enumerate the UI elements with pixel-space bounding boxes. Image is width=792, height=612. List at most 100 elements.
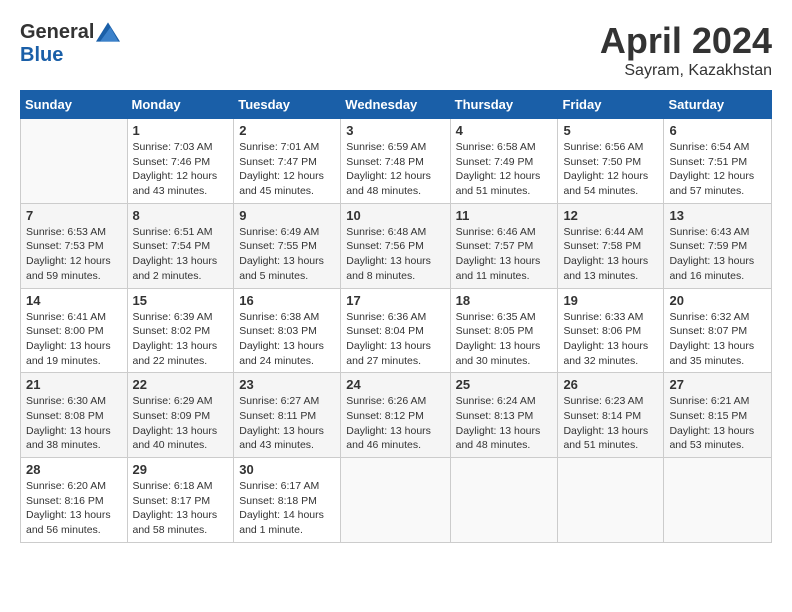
calendar-day-cell: 17 Sunrise: 6:36 AMSunset: 8:04 PMDayligh…	[341, 288, 450, 373]
day-number: 20	[669, 293, 766, 308]
day-number: 12	[563, 208, 658, 223]
day-number: 4	[456, 123, 553, 138]
day-info: Sunrise: 6:54 AMSunset: 7:51 PMDaylight:…	[669, 140, 766, 199]
calendar-table: SundayMondayTuesdayWednesdayThursdayFrid…	[20, 90, 772, 543]
calendar-day-cell: 18 Sunrise: 6:35 AMSunset: 8:05 PMDayligh…	[450, 288, 558, 373]
calendar-day-cell: 12Sunrise: 6:44 AMSunset: 7:58 PMDayligh…	[558, 203, 664, 288]
day-info: Sunrise: 6:46 AMSunset: 7:57 PMDaylight:…	[456, 225, 553, 284]
calendar-day-cell: 1 Sunrise: 7:03 AMSunset: 7:46 PMDaylight…	[127, 119, 234, 204]
calendar-day-cell: 23Sunrise: 6:27 AMSunset: 8:11 PMDayligh…	[234, 373, 341, 458]
calendar-day-cell: 13 Sunrise: 6:43 AMSunset: 7:59 PMDayligh…	[664, 203, 772, 288]
day-info: Sunrise: 6:39 AMSunset: 8:02 PMDaylight:…	[133, 310, 229, 369]
day-number: 10	[346, 208, 444, 223]
calendar-day-cell: 6 Sunrise: 6:54 AMSunset: 7:51 PMDaylight…	[664, 119, 772, 204]
calendar-day-cell: 30 Sunrise: 6:17 AMSunset: 8:18 PMDayligh…	[234, 458, 341, 543]
day-info: Sunrise: 6:58 AMSunset: 7:49 PMDaylight:…	[456, 140, 553, 199]
calendar-day-cell	[558, 458, 664, 543]
calendar-day-cell	[664, 458, 772, 543]
logo: General Blue	[20, 20, 120, 67]
day-number: 29	[133, 462, 229, 477]
day-number: 27	[669, 377, 766, 392]
day-number: 7	[26, 208, 122, 223]
calendar-day-cell: 7Sunrise: 6:53 AMSunset: 7:53 PMDaylight…	[21, 203, 128, 288]
day-info: Sunrise: 6:38 AMSunset: 8:03 PMDaylight:…	[239, 310, 335, 369]
day-info: Sunrise: 6:17 AMSunset: 8:18 PMDaylight:…	[239, 479, 335, 538]
day-info: Sunrise: 6:24 AMSunset: 8:13 PMDaylight:…	[456, 394, 553, 453]
month-title: April 2024	[600, 20, 772, 62]
calendar-day-cell: 28 Sunrise: 6:20 AMSunset: 8:16 PMDayligh…	[21, 458, 128, 543]
calendar-week-row: 1 Sunrise: 7:03 AMSunset: 7:46 PMDaylight…	[21, 119, 772, 204]
calendar-day-cell: 4 Sunrise: 6:58 AMSunset: 7:49 PMDaylight…	[450, 119, 558, 204]
day-number: 9	[239, 208, 335, 223]
calendar-day-cell: 10 Sunrise: 6:48 AMSunset: 7:56 PMDayligh…	[341, 203, 450, 288]
day-info: Sunrise: 6:35 AMSunset: 8:05 PMDaylight:…	[456, 310, 553, 369]
calendar-day-cell: 21 Sunrise: 6:30 AMSunset: 8:08 PMDayligh…	[21, 373, 128, 458]
day-number: 5	[563, 123, 658, 138]
day-info: Sunrise: 6:27 AMSunset: 8:11 PMDaylight:…	[239, 394, 335, 453]
calendar-day-cell: 22 Sunrise: 6:29 AMSunset: 8:09 PMDayligh…	[127, 373, 234, 458]
day-number: 24	[346, 377, 444, 392]
day-number: 21	[26, 377, 122, 392]
calendar-week-row: 28 Sunrise: 6:20 AMSunset: 8:16 PMDayligh…	[21, 458, 772, 543]
calendar-day-cell: 19 Sunrise: 6:33 AMSunset: 8:06 PMDayligh…	[558, 288, 664, 373]
calendar-day-cell: 16 Sunrise: 6:38 AMSunset: 8:03 PMDayligh…	[234, 288, 341, 373]
day-number: 17	[346, 293, 444, 308]
calendar-day-cell: 26Sunrise: 6:23 AMSunset: 8:14 PMDayligh…	[558, 373, 664, 458]
calendar-day-cell: 24 Sunrise: 6:26 AMSunset: 8:12 PMDayligh…	[341, 373, 450, 458]
day-info: Sunrise: 6:32 AMSunset: 8:07 PMDaylight:…	[669, 310, 766, 369]
day-info: Sunrise: 6:36 AMSunset: 8:04 PMDaylight:…	[346, 310, 444, 369]
calendar-day-cell: 20 Sunrise: 6:32 AMSunset: 8:07 PMDayligh…	[664, 288, 772, 373]
location-title: Sayram, Kazakhstan	[600, 62, 772, 80]
day-info: Sunrise: 6:30 AMSunset: 8:08 PMDaylight:…	[26, 394, 122, 453]
calendar-day-cell: 5Sunrise: 6:56 AMSunset: 7:50 PMDaylight…	[558, 119, 664, 204]
day-info: Sunrise: 6:29 AMSunset: 8:09 PMDaylight:…	[133, 394, 229, 453]
calendar-day-cell: 9Sunrise: 6:49 AMSunset: 7:55 PMDaylight…	[234, 203, 341, 288]
header-tuesday: Tuesday	[234, 91, 341, 119]
calendar-day-cell	[341, 458, 450, 543]
day-info: Sunrise: 7:01 AMSunset: 7:47 PMDaylight:…	[239, 140, 335, 199]
day-number: 15	[133, 293, 229, 308]
day-number: 3	[346, 123, 444, 138]
day-number: 26	[563, 377, 658, 392]
day-number: 22	[133, 377, 229, 392]
header-sunday: Sunday	[21, 91, 128, 119]
header-wednesday: Wednesday	[341, 91, 450, 119]
day-info: Sunrise: 6:21 AMSunset: 8:15 PMDaylight:…	[669, 394, 766, 453]
calendar-day-cell: 27 Sunrise: 6:21 AMSunset: 8:15 PMDayligh…	[664, 373, 772, 458]
title-block: April 2024 Sayram, Kazakhstan	[600, 20, 772, 80]
day-number: 28	[26, 462, 122, 477]
header-row: SundayMondayTuesdayWednesdayThursdayFrid…	[21, 91, 772, 119]
calendar-week-row: 21 Sunrise: 6:30 AMSunset: 8:08 PMDayligh…	[21, 373, 772, 458]
day-info: Sunrise: 6:20 AMSunset: 8:16 PMDaylight:…	[26, 479, 122, 538]
day-number: 13	[669, 208, 766, 223]
page-header: General Blue April 2024 Sayram, Kazakhst…	[20, 20, 772, 80]
day-number: 19	[563, 293, 658, 308]
day-info: Sunrise: 6:43 AMSunset: 7:59 PMDaylight:…	[669, 225, 766, 284]
day-number: 11	[456, 208, 553, 223]
day-number: 18	[456, 293, 553, 308]
day-info: Sunrise: 7:03 AMSunset: 7:46 PMDaylight:…	[133, 140, 229, 199]
day-number: 1	[133, 123, 229, 138]
day-number: 14	[26, 293, 122, 308]
calendar-header: SundayMondayTuesdayWednesdayThursdayFrid…	[21, 91, 772, 119]
calendar-week-row: 7Sunrise: 6:53 AMSunset: 7:53 PMDaylight…	[21, 203, 772, 288]
day-info: Sunrise: 6:26 AMSunset: 8:12 PMDaylight:…	[346, 394, 444, 453]
day-number: 6	[669, 123, 766, 138]
calendar-day-cell: 2Sunrise: 7:01 AMSunset: 7:47 PMDaylight…	[234, 119, 341, 204]
day-info: Sunrise: 6:48 AMSunset: 7:56 PMDaylight:…	[346, 225, 444, 284]
calendar-day-cell: 8Sunrise: 6:51 AMSunset: 7:54 PMDaylight…	[127, 203, 234, 288]
calendar-day-cell: 14 Sunrise: 6:41 AMSunset: 8:00 PMDayligh…	[21, 288, 128, 373]
day-number: 25	[456, 377, 553, 392]
calendar-day-cell	[450, 458, 558, 543]
logo-general-text: General	[20, 21, 94, 44]
calendar-day-cell	[21, 119, 128, 204]
calendar-day-cell: 15 Sunrise: 6:39 AMSunset: 8:02 PMDayligh…	[127, 288, 234, 373]
day-number: 30	[239, 462, 335, 477]
header-thursday: Thursday	[450, 91, 558, 119]
day-number: 8	[133, 208, 229, 223]
day-number: 16	[239, 293, 335, 308]
day-info: Sunrise: 6:33 AMSunset: 8:06 PMDaylight:…	[563, 310, 658, 369]
logo-icon	[96, 20, 120, 44]
calendar-week-row: 14 Sunrise: 6:41 AMSunset: 8:00 PMDayligh…	[21, 288, 772, 373]
day-info: Sunrise: 6:41 AMSunset: 8:00 PMDaylight:…	[26, 310, 122, 369]
